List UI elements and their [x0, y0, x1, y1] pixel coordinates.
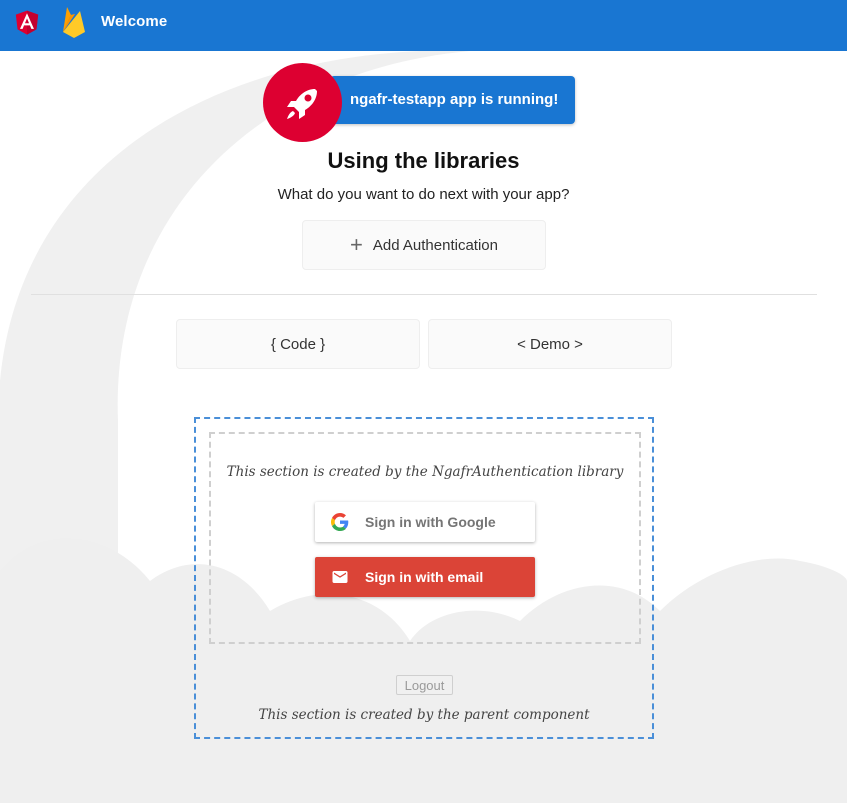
toolbar: Welcome — [0, 0, 847, 51]
page-subtitle: What do you want to do next with your ap… — [277, 186, 570, 203]
main-content: ngafr-testapp app is running! Using the … — [0, 51, 847, 803]
mail-icon — [332, 571, 348, 583]
parent-component-section: This section is created by the NgafrAuth… — [194, 417, 654, 739]
banner-text: ngafr-testapp app is running! — [350, 91, 559, 108]
add-authentication-label: Add Authentication — [372, 236, 498, 254]
library-section: This section is created by the NgafrAuth… — [209, 432, 641, 644]
angular-logo-icon — [15, 10, 39, 35]
google-icon — [331, 513, 349, 531]
demo-label: < Demo > — [517, 335, 583, 353]
rocket-icon — [286, 88, 317, 119]
plus-icon: + — [350, 232, 363, 257]
page-title: Using the libraries — [327, 148, 520, 173]
app-running-banner: ngafr-testapp app is running! — [330, 76, 575, 124]
logout-button[interactable]: Logout — [396, 675, 453, 695]
toolbar-title: Welcome — [101, 13, 168, 30]
sign-in-google-label: Sign in with Google — [365, 514, 496, 530]
add-authentication-button[interactable]: + Add Authentication — [302, 220, 546, 270]
sign-in-email-button[interactable]: Sign in with email — [315, 557, 535, 597]
firebase-logo-icon — [63, 7, 85, 38]
rocket-badge — [263, 63, 342, 142]
divider — [31, 294, 817, 295]
sign-in-google-button[interactable]: Sign in with Google — [315, 502, 535, 542]
code-label: { Code } — [270, 335, 326, 353]
demo-button[interactable]: < Demo > — [428, 319, 672, 369]
parent-section-text: This section is created by the parent co… — [258, 707, 590, 723]
library-section-text: This section is created by the NgafrAuth… — [226, 464, 624, 480]
code-button[interactable]: { Code } — [176, 319, 420, 369]
sign-in-email-label: Sign in with email — [365, 569, 484, 585]
